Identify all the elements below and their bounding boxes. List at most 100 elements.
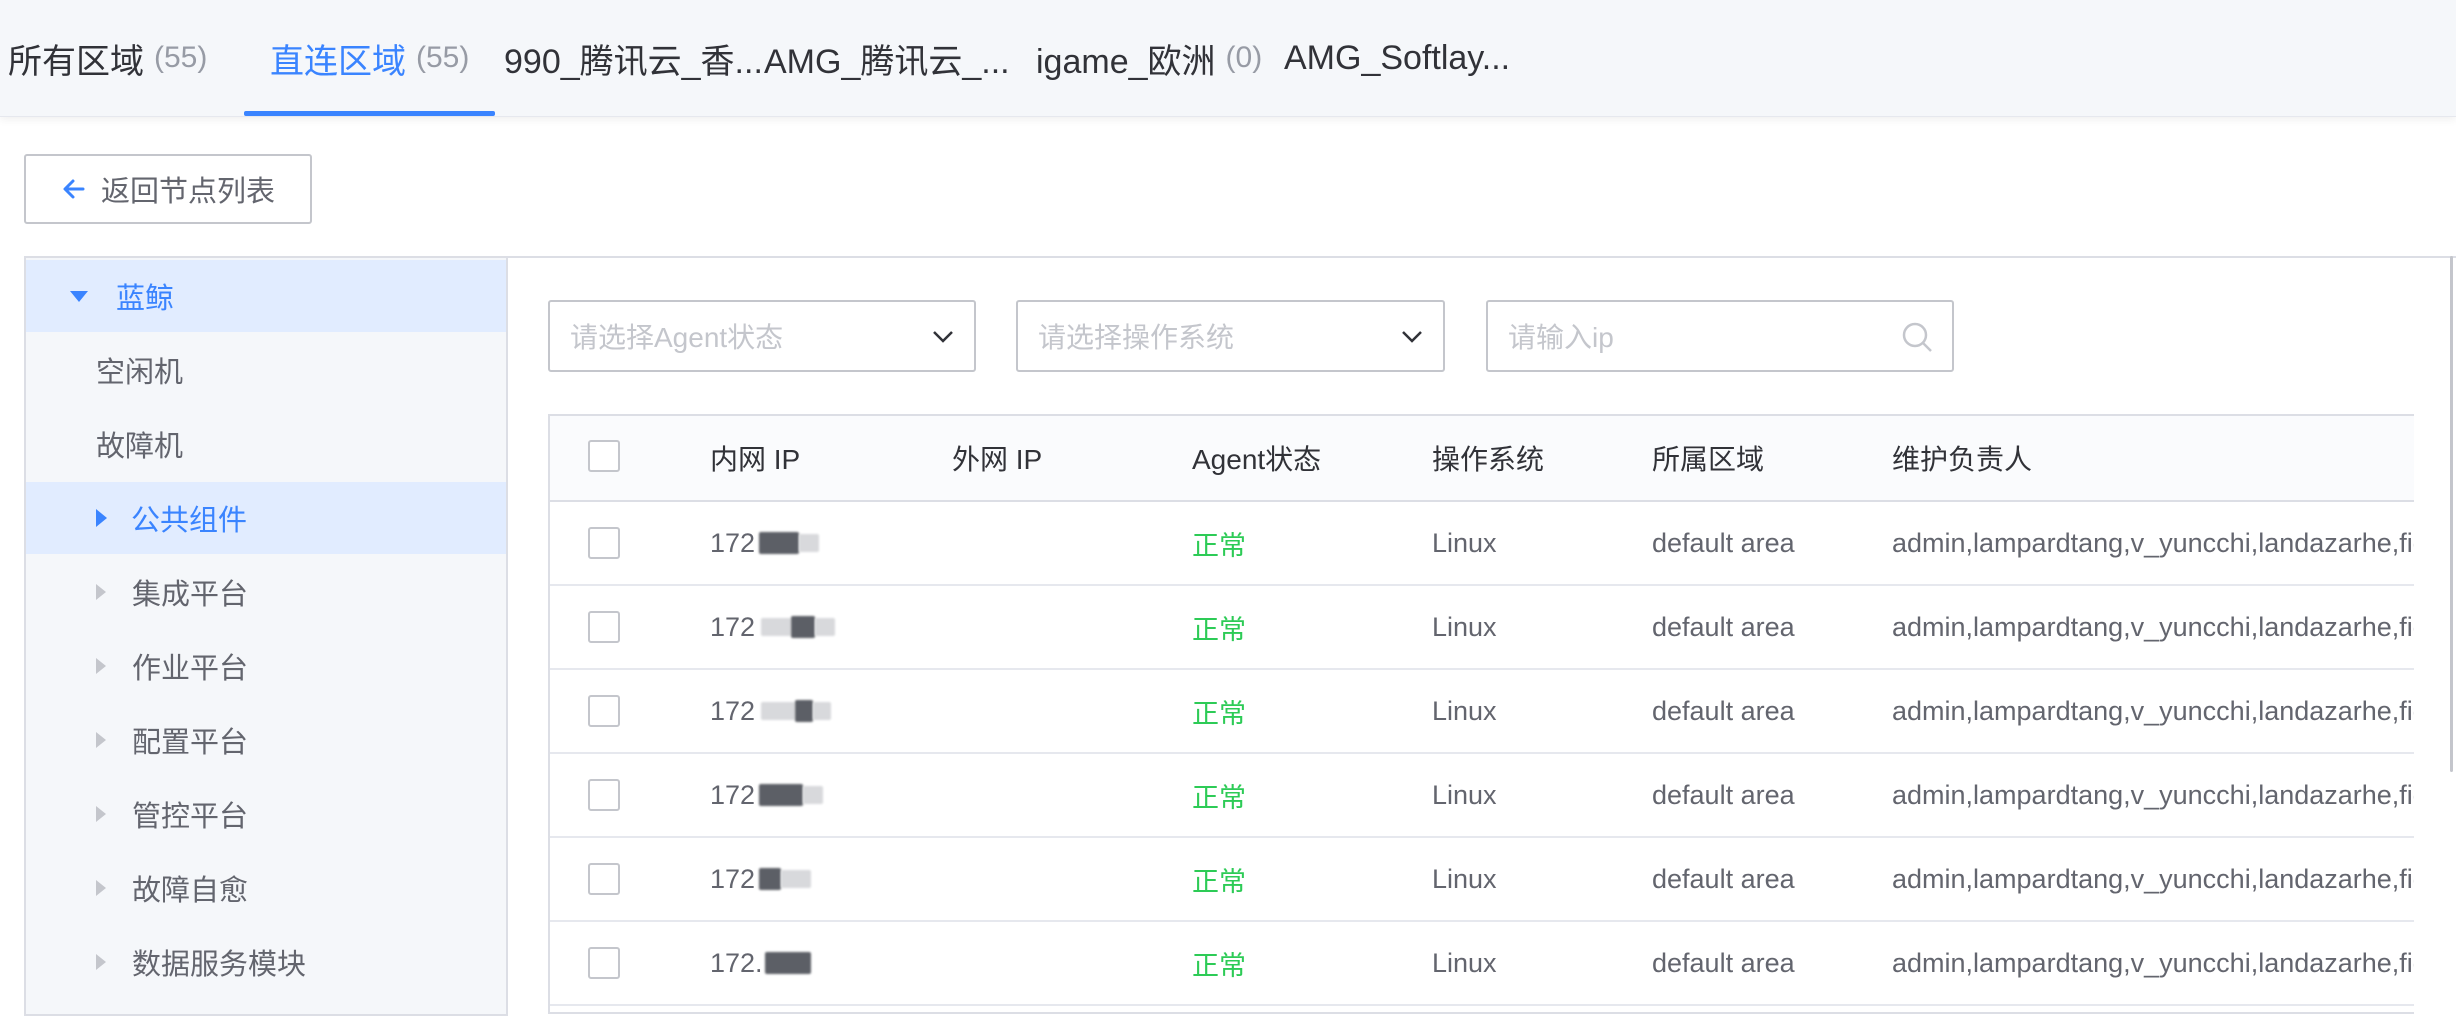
column-header-os[interactable]: 操作系统 bbox=[1432, 416, 1544, 500]
chevron-down-icon bbox=[1399, 324, 1425, 357]
tab-label: 990_腾讯云_香... bbox=[504, 42, 763, 81]
tree-node-faulty-hosts[interactable]: 故障机 bbox=[26, 408, 506, 480]
redacted-ip-mask bbox=[761, 618, 792, 636]
chevron-down-icon bbox=[930, 324, 956, 357]
agent-status-cell: 正常 bbox=[1192, 698, 1246, 729]
tree-node-label: 数据服务模块 bbox=[132, 949, 307, 981]
table-row[interactable]: 172 正常 Linux default area admin,lampardt… bbox=[550, 754, 2414, 838]
area-cell: default area bbox=[1652, 779, 1795, 810]
area-cell: default area bbox=[1652, 695, 1795, 726]
tree-node-public-components[interactable]: 公共组件 bbox=[26, 482, 506, 554]
agent-status-cell: 正常 bbox=[1192, 614, 1246, 645]
area-cell: default area bbox=[1652, 527, 1795, 558]
inner-ip-text: 172 bbox=[710, 527, 756, 558]
agent-status-select[interactable]: 请选择Agent状态 bbox=[548, 300, 976, 372]
column-header-inner-ip[interactable]: 内网 IP bbox=[710, 416, 800, 500]
tree-node-label: 空闲机 bbox=[96, 357, 184, 389]
row-checkbox[interactable] bbox=[588, 527, 620, 559]
inner-ip-cell: 172 bbox=[710, 754, 930, 836]
caret-right-icon[interactable] bbox=[96, 732, 106, 748]
tab-label: igame_欧洲 bbox=[1036, 42, 1216, 81]
tab-all-areas[interactable]: 所有区域 (55) bbox=[8, 0, 207, 116]
tab-direct-areas[interactable]: 直连区域 (55) bbox=[243, 0, 496, 116]
tab-area-990-tencent-hk[interactable]: 990_腾讯云_香... bbox=[504, 0, 763, 116]
tree-node-integration-platform[interactable]: 集成平台 bbox=[26, 556, 506, 628]
caret-right-icon[interactable] bbox=[96, 658, 106, 674]
tree-node-fault-self-healing[interactable]: 故障自愈 bbox=[26, 852, 506, 924]
tab-label: AMG_腾讯云_... bbox=[764, 42, 1010, 81]
column-header-outer-ip[interactable]: 外网 IP bbox=[952, 416, 1042, 500]
row-checkbox[interactable] bbox=[588, 611, 620, 643]
tree-node-data-service-module[interactable]: 数据服务模块 bbox=[26, 926, 506, 998]
caret-right-icon[interactable] bbox=[96, 584, 106, 600]
table-row[interactable]: 172 正常 Linux default area admin,lampardt… bbox=[550, 670, 2414, 754]
tab-area-amg-softlayer[interactable]: AMG_Softlay... bbox=[1284, 0, 1510, 116]
inner-ip-text: 172 bbox=[710, 863, 756, 894]
os-cell: Linux bbox=[1432, 779, 1497, 810]
table-row[interactable]: 172 正常 Linux default area admin,lampardt… bbox=[550, 586, 2414, 670]
tree-node-label: 蓝鲸 bbox=[116, 283, 175, 315]
os-cell: Linux bbox=[1432, 611, 1497, 642]
agent-status-cell: 正常 bbox=[1192, 782, 1246, 813]
tree-node-idle-hosts[interactable]: 空闲机 bbox=[26, 334, 506, 406]
row-checkbox[interactable] bbox=[588, 695, 620, 727]
table-row[interactable]: 172 正常 Linux default area admin,lampardt… bbox=[550, 502, 2414, 586]
tab-count: (55) bbox=[416, 41, 470, 74]
os-cell: Linux bbox=[1432, 947, 1497, 978]
row-checkbox[interactable] bbox=[588, 863, 620, 895]
caret-right-icon[interactable] bbox=[96, 806, 106, 822]
back-button-label: 返回节点列表 bbox=[100, 176, 275, 208]
caret-right-icon[interactable] bbox=[96, 509, 107, 527]
tab-area-amg-tencent[interactable]: AMG_腾讯云_... bbox=[764, 0, 1010, 116]
back-to-node-list-button[interactable]: 返回节点列表 bbox=[24, 154, 312, 224]
agent-status-cell: 正常 bbox=[1192, 950, 1246, 981]
redacted-ip-mask bbox=[761, 702, 796, 720]
arrow-left-icon bbox=[61, 176, 87, 202]
host-table: 内网 IP 外网 IP Agent状态 操作系统 所属区域 维护负责人 172 … bbox=[548, 414, 2414, 1014]
topology-tree: 蓝鲸 空闲机 故障机 公共组件 集成平台 作业平台 配置平台 管控平台 故障自愈… bbox=[24, 256, 506, 1016]
tree-node-label: 作业平台 bbox=[132, 653, 249, 685]
inner-ip-text: 172 bbox=[710, 779, 756, 810]
redacted-ip-mask bbox=[813, 702, 832, 720]
tree-node-job-platform[interactable]: 作业平台 bbox=[26, 630, 506, 702]
row-checkbox[interactable] bbox=[588, 947, 620, 979]
redacted-ip-mask bbox=[759, 784, 804, 806]
outer-ip-cell bbox=[952, 838, 1172, 920]
area-cell: default area bbox=[1652, 611, 1795, 642]
table-row[interactable]: 172 正常 Linux default area admin,lampardt… bbox=[550, 838, 2414, 922]
outer-ip-cell bbox=[952, 670, 1172, 752]
inner-ip-cell: 172 bbox=[710, 670, 930, 752]
tree-node-lanjing[interactable]: 蓝鲸 bbox=[26, 260, 506, 332]
caret-right-icon[interactable] bbox=[96, 954, 106, 970]
inner-ip-cell: 172. bbox=[710, 922, 930, 1004]
select-all-checkbox[interactable] bbox=[588, 440, 620, 472]
caret-down-icon[interactable] bbox=[70, 290, 88, 302]
tab-label: 直连区域 bbox=[270, 42, 406, 81]
tree-node-config-platform[interactable]: 配置平台 bbox=[26, 704, 506, 776]
column-header-maintainers[interactable]: 维护负责人 bbox=[1892, 416, 2032, 500]
tree-node-control-platform[interactable]: 管控平台 bbox=[26, 778, 506, 850]
tab-area-igame-europe[interactable]: igame_欧洲 (0) bbox=[1036, 0, 1262, 116]
column-header-area[interactable]: 所属区域 bbox=[1652, 416, 1764, 500]
vertical-scrollbar[interactable] bbox=[2450, 256, 2453, 772]
os-cell: Linux bbox=[1432, 527, 1497, 558]
tab-label: 所有区域 bbox=[8, 42, 144, 81]
table-row[interactable]: 172. 正常 Linux default area admin,lampard… bbox=[550, 922, 2414, 1006]
outer-ip-cell bbox=[952, 922, 1172, 1004]
redacted-ip-mask bbox=[791, 616, 816, 638]
select-placeholder: 请选择Agent状态 bbox=[570, 322, 784, 353]
column-header-agent-status[interactable]: Agent状态 bbox=[1192, 416, 1321, 500]
caret-right-icon[interactable] bbox=[96, 880, 106, 896]
table-header: 内网 IP 外网 IP Agent状态 操作系统 所属区域 维护负责人 bbox=[550, 416, 2414, 502]
ip-search-input[interactable]: 请输入ip bbox=[1486, 300, 1954, 372]
os-select[interactable]: 请选择操作系统 bbox=[1016, 300, 1445, 372]
redacted-ip-mask bbox=[795, 700, 814, 722]
maintainers-cell: admin,lampardtang,v_yuncchi,landazarhe,f… bbox=[1892, 863, 2414, 894]
search-icon[interactable] bbox=[1900, 320, 1934, 361]
os-cell: Linux bbox=[1432, 863, 1497, 894]
tab-count: (55) bbox=[154, 41, 208, 74]
tree-node-label: 管控平台 bbox=[132, 801, 249, 833]
outer-ip-cell bbox=[952, 502, 1172, 584]
maintainers-cell: admin,lampardtang,v_yuncchi,landazarhe,f… bbox=[1892, 695, 2414, 726]
row-checkbox[interactable] bbox=[588, 779, 620, 811]
